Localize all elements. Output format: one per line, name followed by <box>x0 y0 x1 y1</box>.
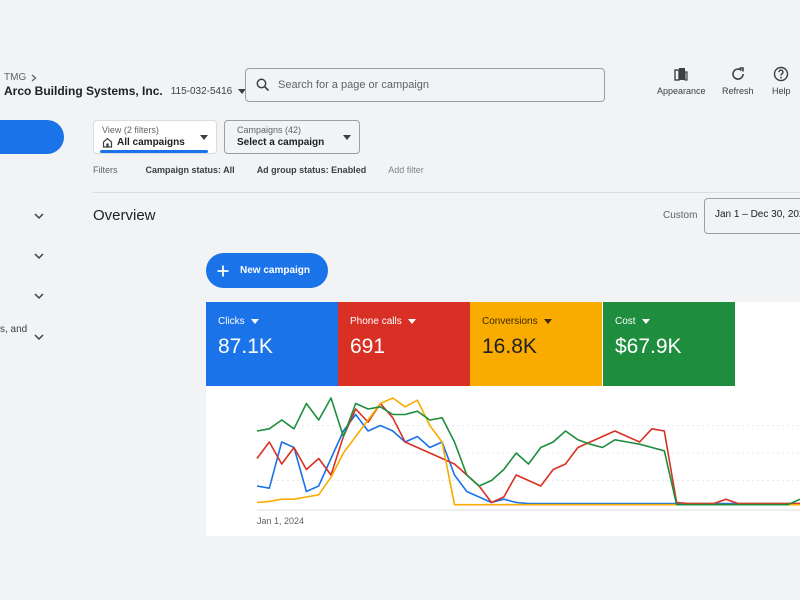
filters-label: Filters <box>93 165 118 175</box>
series-line-clicks <box>256 413 800 505</box>
filter-bar: Filters Campaign status: All Ad group st… <box>93 165 424 175</box>
metric-tile-conversions[interactable]: Conversions 16.8K <box>470 302 602 386</box>
view-selector[interactable]: View (2 filters) All campaigns <box>93 120 217 154</box>
campaign-label: Campaigns (42) <box>237 125 302 135</box>
help-label: Help <box>772 86 791 96</box>
metric-value: 16.8K <box>482 335 537 358</box>
breadcrumb[interactable]: TMG <box>4 72 38 83</box>
metric-label: Clicks <box>218 316 245 327</box>
search-box[interactable] <box>245 68 605 102</box>
sidebar-item-label[interactable]: s, and <box>0 324 27 335</box>
metric-tile-phone-calls[interactable]: Phone calls 691 <box>338 302 470 386</box>
chevron-right-icon <box>31 74 37 81</box>
metric-value: 87.1K <box>218 335 273 358</box>
filter-ad-group-status[interactable]: Ad group status: Enabled <box>257 165 367 175</box>
refresh-button[interactable]: Refresh <box>722 66 754 96</box>
new-campaign-label: New campaign <box>240 265 311 276</box>
help-icon <box>774 66 789 82</box>
page-title: Overview <box>93 207 156 224</box>
appearance-label: Appearance <box>657 86 706 96</box>
metric-label: Conversions <box>482 316 538 327</box>
appearance-button[interactable]: Appearance <box>657 66 706 96</box>
search-icon <box>256 78 270 92</box>
sidebar-create-button[interactable] <box>0 120 64 154</box>
home-icon <box>102 137 113 148</box>
x-axis-start-label: Jan 1, 2024 <box>257 516 304 526</box>
refresh-label: Refresh <box>722 86 754 96</box>
metric-label: Cost <box>615 316 636 327</box>
date-range-picker[interactable]: Jan 1 – Dec 30, 2024 <box>704 198 800 234</box>
new-campaign-button[interactable]: New campaign <box>206 253 328 288</box>
divider <box>93 192 800 193</box>
account-selector[interactable]: Arco Building Systems, Inc. 115-032-5416 <box>4 84 247 98</box>
breadcrumb-manager[interactable]: TMG <box>4 72 26 83</box>
campaign-value: Select a campaign <box>237 137 325 148</box>
refresh-icon <box>732 67 744 80</box>
metric-label: Phone calls <box>350 316 402 327</box>
plus-icon <box>217 265 229 276</box>
date-type-label: Custom <box>663 210 698 221</box>
metric-tile-cost[interactable]: Cost $67.9K <box>603 302 735 386</box>
view-label: View (2 filters) <box>102 125 159 135</box>
chevron-down-icon[interactable] <box>33 290 45 302</box>
metric-value: $67.9K <box>615 335 682 358</box>
filter-campaign-status[interactable]: Campaign status: All <box>146 165 235 175</box>
caret-down-icon <box>641 319 650 324</box>
chevron-down-icon[interactable] <box>33 210 45 222</box>
help-button[interactable]: Help <box>772 66 791 96</box>
caret-down-icon <box>343 135 351 140</box>
account-name: Arco Building Systems, Inc. <box>4 84 163 98</box>
view-value: All campaigns <box>117 137 185 148</box>
performance-card: Clicks 87.1K Phone calls 691 Conversions… <box>206 302 800 536</box>
series-line-phone-calls <box>256 402 800 505</box>
caret-down-icon <box>407 319 416 324</box>
chevron-down-icon[interactable] <box>33 250 45 262</box>
metric-value: 691 <box>350 335 386 358</box>
campaign-selector[interactable]: Campaigns (42) Select a campaign <box>224 120 360 154</box>
performance-chart: Jan 1, 2024 <box>256 397 800 526</box>
search-input[interactable] <box>278 79 578 91</box>
add-filter-button[interactable]: Add filter <box>388 165 424 175</box>
caret-down-icon <box>250 319 259 324</box>
caret-down-icon <box>200 135 208 140</box>
caret-down-icon <box>543 319 552 324</box>
customer-id: 115-032-5416 <box>170 85 233 97</box>
chevron-down-icon[interactable] <box>33 331 45 343</box>
metric-tile-clicks[interactable]: Clicks 87.1K <box>206 302 338 386</box>
selected-indicator <box>100 150 208 153</box>
appearance-icon <box>674 68 688 81</box>
